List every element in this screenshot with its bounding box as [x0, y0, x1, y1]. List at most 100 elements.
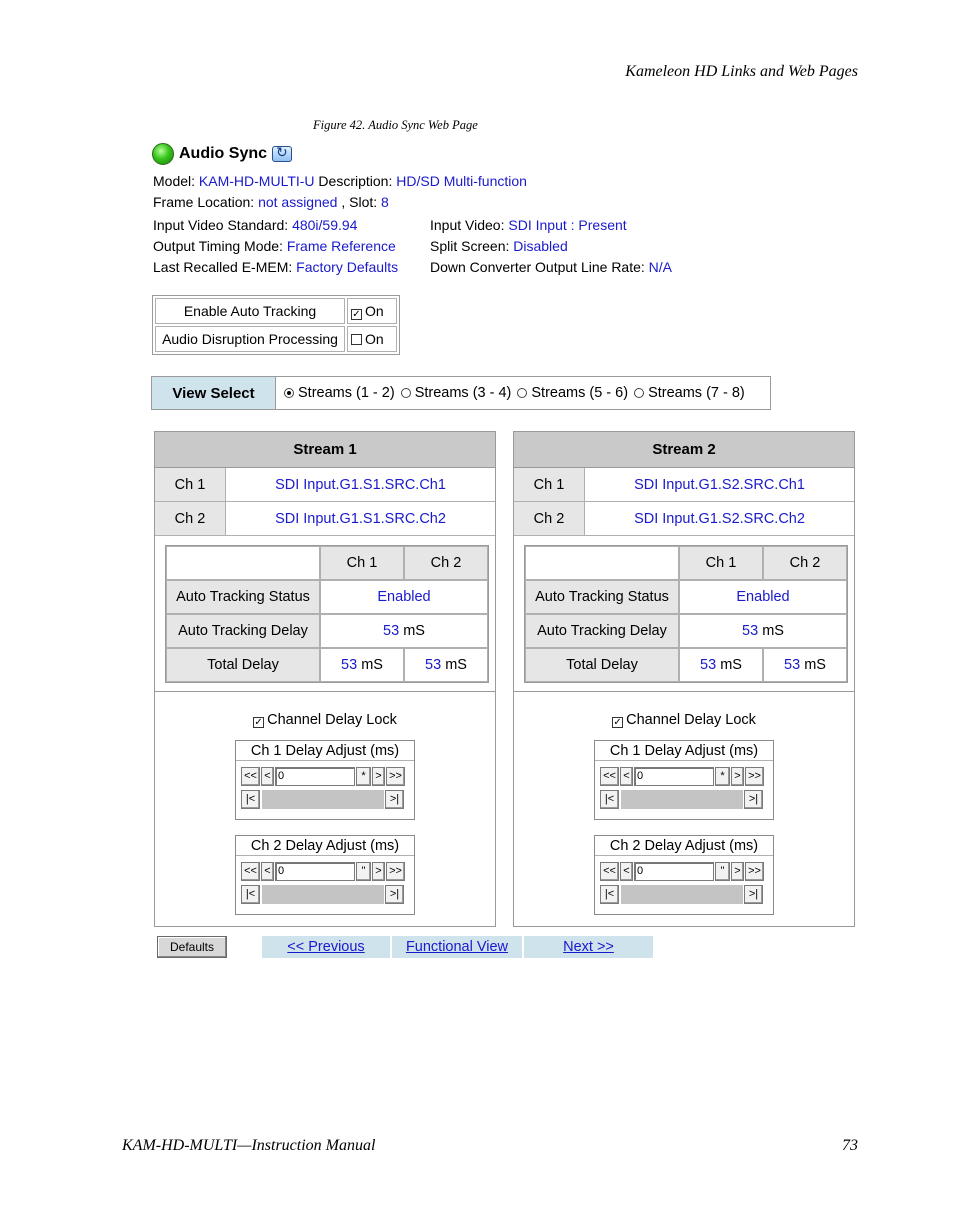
slider-max-button[interactable]: >|: [385, 884, 404, 904]
slider-max-button[interactable]: >|: [385, 789, 404, 809]
slider-track[interactable]: [262, 884, 384, 904]
forward-button[interactable]: >: [731, 766, 744, 786]
view-option-1[interactable]: Streams (1 - 2): [284, 385, 395, 401]
delay-input[interactable]: 0: [634, 861, 714, 881]
delay-unit: mS: [399, 623, 425, 639]
channel-delay-lock[interactable]: ✓ Channel Delay Lock: [514, 712, 854, 728]
quote-button[interactable]: ": [715, 861, 730, 881]
channel-label: Ch 2: [155, 502, 226, 535]
fast-back-button[interactable]: <<: [241, 766, 260, 786]
auto-tracking-toggle[interactable]: ✓ On: [347, 298, 397, 324]
fast-back-button[interactable]: <<: [600, 766, 619, 786]
delay-input[interactable]: 0: [275, 766, 355, 786]
view-option-3[interactable]: Streams (5 - 6): [517, 385, 628, 401]
slider-track[interactable]: [621, 789, 743, 809]
quote-button[interactable]: ": [356, 861, 371, 881]
star-button[interactable]: *: [356, 766, 371, 786]
back-button[interactable]: <: [261, 766, 274, 786]
tracking-status-value: Enabled: [320, 580, 488, 614]
down-converter-value: N/A: [648, 259, 673, 275]
radio-icon[interactable]: [517, 388, 528, 398]
frame-value: not assigned: [258, 194, 338, 210]
star-button[interactable]: *: [715, 766, 730, 786]
column-header: Ch 1: [320, 546, 404, 580]
view-option-label: Streams (7 - 8): [648, 385, 745, 401]
radio-icon[interactable]: [634, 388, 645, 398]
total-delay-ch1: 53 mS: [320, 648, 404, 682]
down-converter-line: Down Converter Output Line Rate: N/A: [430, 259, 672, 275]
slider-max-button[interactable]: >|: [744, 789, 763, 809]
tracking-status-value: Enabled: [679, 580, 847, 614]
view-option-2[interactable]: Streams (3 - 4): [400, 385, 511, 401]
defaults-button[interactable]: Defaults: [157, 936, 227, 958]
channel-source: SDI Input.G1.S2.SRC.Ch2: [634, 510, 805, 527]
delay-input[interactable]: 0: [275, 861, 355, 881]
back-button[interactable]: <: [261, 861, 274, 881]
delay-unit: mS: [758, 623, 784, 639]
lock-checkbox[interactable]: ✓: [253, 717, 265, 728]
slider-min-button[interactable]: |<: [241, 884, 260, 904]
functional-view-link[interactable]: Functional View: [392, 936, 522, 958]
output-timing-value: Frame Reference: [286, 238, 396, 254]
stream-panel-1: Stream 1 Ch 1 SDI Input.G1.S1.SRC.Ch1 Ch…: [154, 431, 496, 927]
next-link[interactable]: Next >>: [524, 936, 653, 958]
slider-track[interactable]: [262, 789, 384, 809]
slider-track[interactable]: [621, 884, 743, 904]
slider-min-button[interactable]: |<: [600, 789, 619, 809]
channel-delay-lock[interactable]: ✓ Channel Delay Lock: [155, 712, 495, 728]
channel-source: SDI Input.G1.S1.SRC.Ch1: [275, 476, 446, 493]
lock-checkbox[interactable]: ✓: [612, 717, 624, 728]
refresh-icon[interactable]: [272, 144, 293, 162]
input-standard-line: Input Video Standard: 480i/59.94: [153, 217, 357, 233]
model-label: Model:: [153, 173, 199, 189]
row-label: Auto Tracking Status: [525, 580, 679, 614]
blank-header-cell: [166, 546, 320, 580]
channel-label: Ch 2: [514, 502, 585, 535]
fast-back-button[interactable]: <<: [241, 861, 260, 881]
input-video-label: Input Video:: [430, 217, 509, 233]
slider-min-button[interactable]: |<: [241, 789, 260, 809]
page-title-row: Audio Sync: [152, 143, 293, 165]
forward-button[interactable]: >: [372, 861, 385, 881]
slot-label: , Slot:: [337, 194, 382, 210]
tracking-status-table: Ch 1 Ch 2 Auto Tracking Status Enabled A…: [524, 545, 848, 683]
view-option-label: Streams (1 - 2): [298, 385, 395, 401]
delay-slider[interactable]: |< >|: [241, 789, 409, 809]
adjust-title: Ch 2 Delay Adjust (ms): [236, 836, 414, 856]
output-timing-line: Output Timing Mode: Frame Reference: [153, 238, 396, 254]
view-select-bar: View Select Streams (1 - 2) Streams (3 -…: [151, 376, 771, 410]
description-label: Description:: [314, 173, 397, 189]
fast-back-button[interactable]: <<: [600, 861, 619, 881]
delay-slider[interactable]: |< >|: [600, 884, 768, 904]
delay-slider[interactable]: |< >|: [600, 789, 768, 809]
radio-icon[interactable]: [284, 388, 294, 398]
slider-max-button[interactable]: >|: [744, 884, 763, 904]
back-button[interactable]: <: [620, 861, 633, 881]
delay-unit: mS: [441, 657, 467, 673]
output-timing-label: Output Timing Mode:: [153, 238, 287, 254]
back-button[interactable]: <: [620, 766, 633, 786]
split-screen-line: Split Screen: Disabled: [430, 238, 568, 254]
stream-title: Stream 1: [155, 432, 495, 468]
view-option-4[interactable]: Streams (7 - 8): [634, 385, 745, 401]
delay-slider[interactable]: |< >|: [241, 884, 409, 904]
previous-link[interactable]: << Previous: [262, 936, 390, 958]
disruption-checkbox[interactable]: [351, 334, 362, 345]
fast-forward-button[interactable]: >>: [745, 861, 764, 881]
delay-number: 53: [742, 623, 759, 639]
radio-icon[interactable]: [400, 388, 411, 398]
fast-forward-button[interactable]: >>: [386, 766, 405, 786]
divider: [514, 691, 854, 692]
adjust-title: Ch 2 Delay Adjust (ms): [595, 836, 773, 856]
delay-input[interactable]: 0: [634, 766, 714, 786]
running-header: Kameleon HD Links and Web Pages: [625, 63, 858, 80]
channel-label: Ch 1: [514, 468, 585, 501]
delay-unit: mS: [800, 657, 826, 673]
slider-min-button[interactable]: |<: [600, 884, 619, 904]
fast-forward-button[interactable]: >>: [745, 766, 764, 786]
disruption-toggle[interactable]: On: [347, 326, 397, 352]
auto-tracking-checkbox[interactable]: ✓: [351, 308, 362, 320]
forward-button[interactable]: >: [372, 766, 385, 786]
forward-button[interactable]: >: [731, 861, 744, 881]
fast-forward-button[interactable]: >>: [386, 861, 405, 881]
